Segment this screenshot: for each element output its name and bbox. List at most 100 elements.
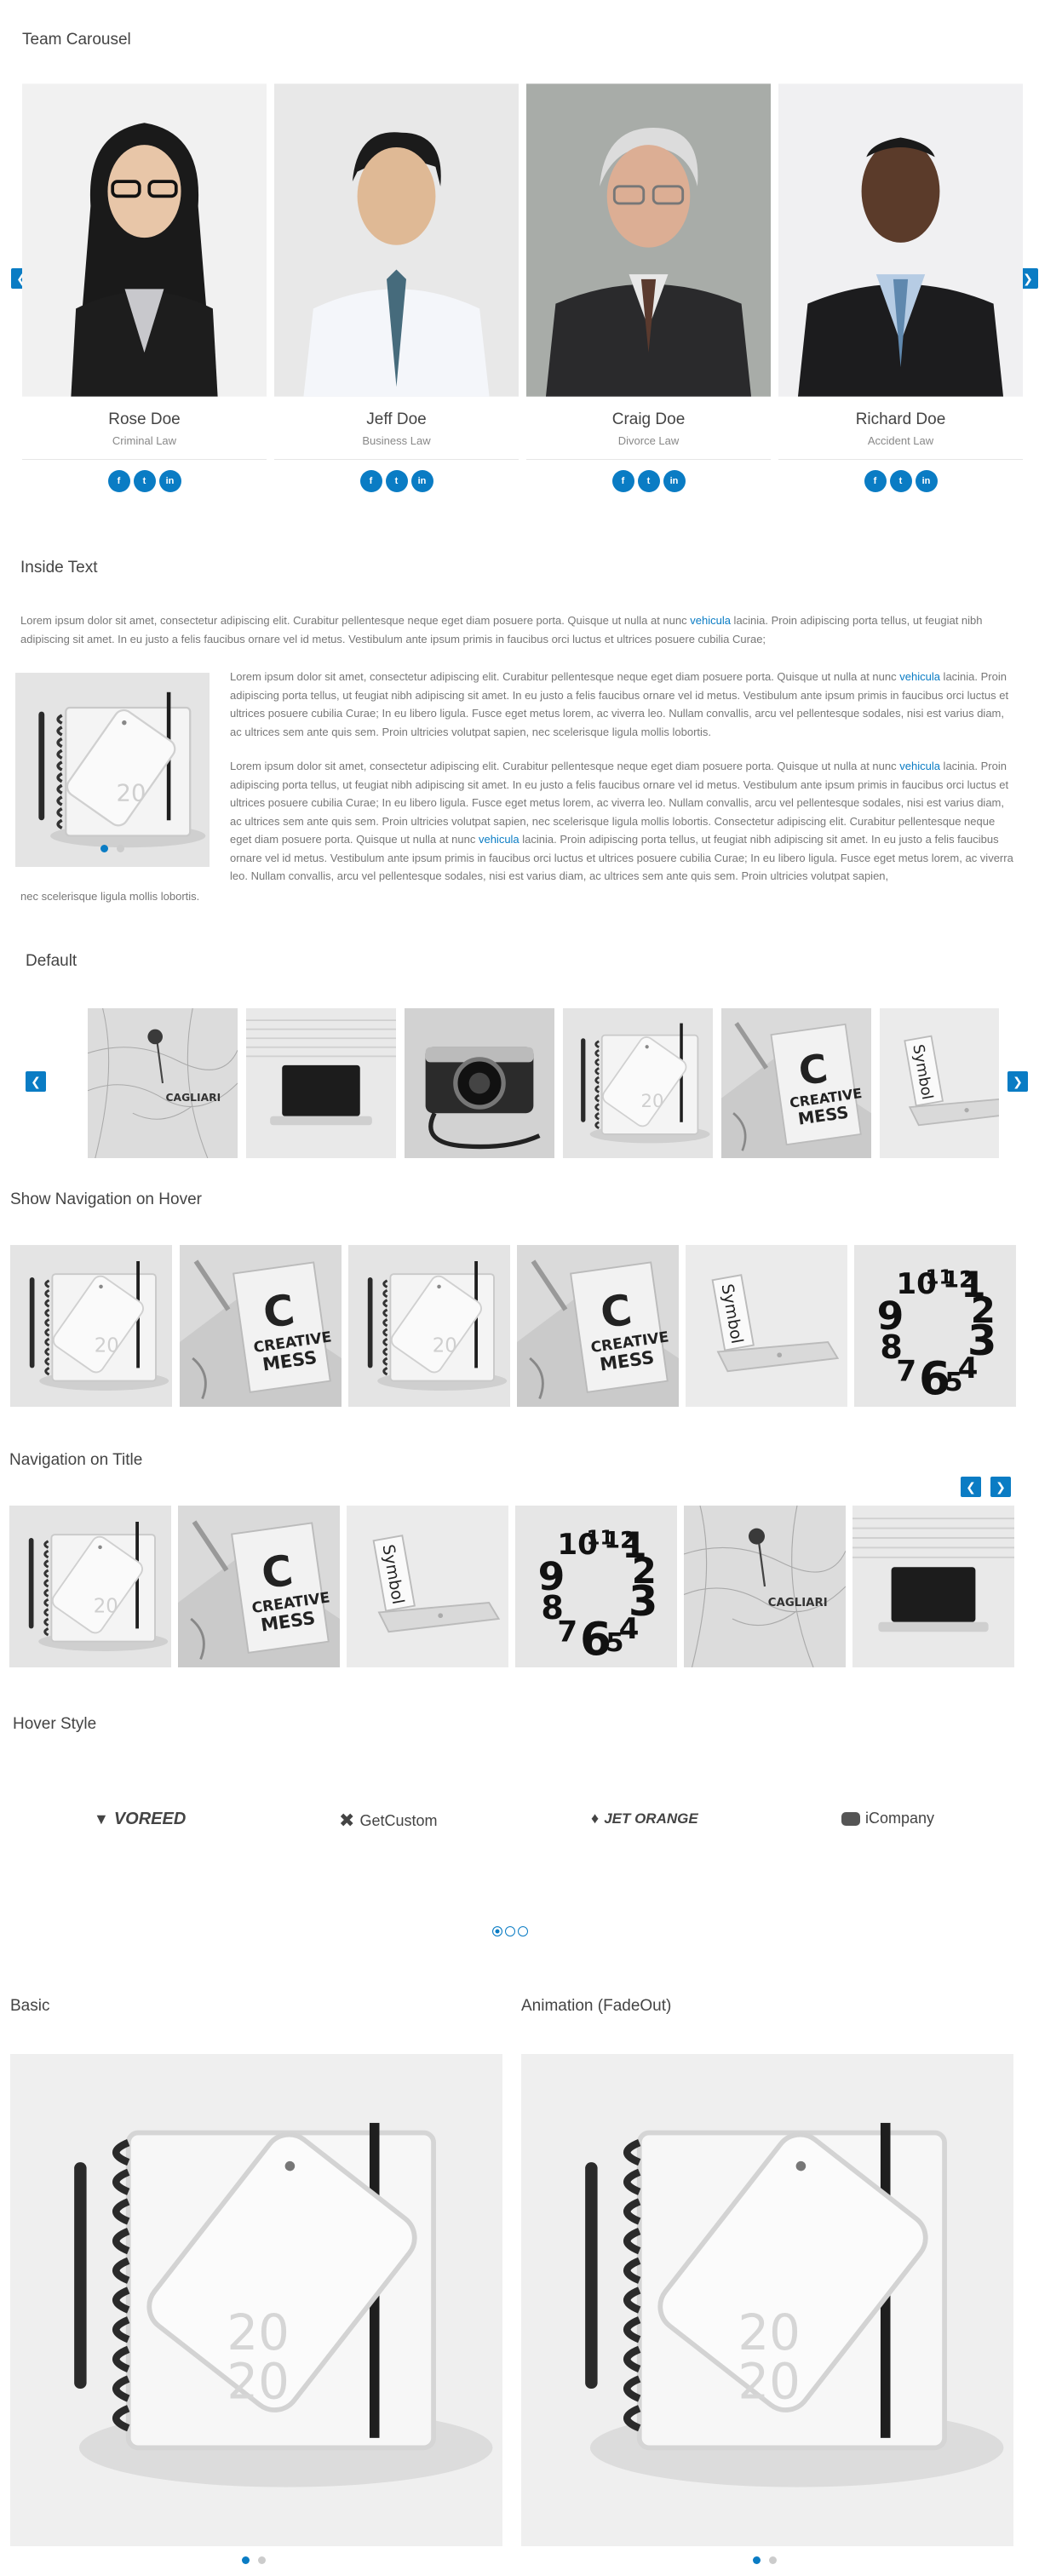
team-member-photo: [526, 83, 771, 397]
team-member-name: Craig Doe: [611, 410, 686, 428]
carousel-item[interactable]: [348, 1245, 510, 1407]
notebook-image: [10, 2054, 502, 2546]
symbol-book-image: [880, 1008, 999, 1158]
default-title: Default: [26, 952, 77, 970]
facebook-icon[interactable]: f: [611, 470, 634, 492]
facebook-icon[interactable]: f: [864, 470, 887, 492]
team-member-name: Rose Doe: [108, 410, 181, 428]
carousel-item[interactable]: [347, 1506, 508, 1667]
client-logo[interactable]: ▼ VOREED: [94, 1810, 186, 1829]
chevron-right-icon: ❯: [1013, 1074, 1023, 1088]
basic-title: Basic: [10, 1997, 50, 2015]
inside-image-carousel: [15, 673, 210, 867]
carousel-dot[interactable]: [242, 2556, 250, 2564]
carousel-item[interactable]: [10, 1245, 172, 1407]
carousel-item[interactable]: [515, 1506, 677, 1667]
linkedin-icon[interactable]: in: [915, 470, 938, 492]
team-member-role: Divorce Law: [526, 434, 771, 460]
vehicula-link[interactable]: vehicula: [479, 833, 520, 846]
symbol-book-image: [347, 1506, 508, 1667]
carousel-item[interactable]: [721, 1008, 871, 1158]
carousel-item[interactable]: [246, 1008, 396, 1158]
team-member-role: Criminal Law: [22, 434, 267, 460]
chevron-right-icon: ❯: [996, 1479, 1006, 1494]
twitter-icon[interactable]: t: [133, 470, 156, 492]
vehicula-link[interactable]: vehicula: [690, 614, 731, 627]
carousel-item[interactable]: [854, 1245, 1016, 1407]
vehicula-link[interactable]: vehicula: [899, 760, 940, 772]
carousel-dot[interactable]: [753, 2556, 761, 2564]
default-prev-button[interactable]: ❮: [26, 1071, 46, 1092]
title-nav-next-button[interactable]: ❯: [990, 1477, 1011, 1497]
chevron-right-icon: ❯: [1023, 271, 1033, 285]
carousel-item[interactable]: [686, 1245, 847, 1407]
team-card: Jeff Doe Business Law f t in: [274, 83, 519, 492]
carousel-item[interactable]: [180, 1245, 342, 1407]
carousel-dot[interactable]: [518, 1926, 528, 1936]
carousel-dot[interactable]: [505, 1926, 515, 1936]
inside-paragraph-2-tail: nec scelerisque ligula mollis lobortis.: [20, 890, 200, 903]
hover-nav-title: Show Navigation on Hover: [10, 1190, 202, 1208]
creative-mess-image: [178, 1506, 340, 1667]
client-logo[interactable]: ✖ GetCustom: [339, 1810, 437, 1832]
carousel-dot[interactable]: [100, 845, 108, 852]
team-card: Rose Doe Criminal Law f t in: [22, 83, 267, 492]
chevron-left-icon: ❮: [31, 1074, 41, 1088]
laptop-image: [246, 1008, 396, 1158]
linkedin-icon[interactable]: in: [663, 470, 686, 492]
facebook-icon[interactable]: f: [107, 470, 130, 492]
linkedin-icon[interactable]: in: [410, 470, 433, 492]
client-logo[interactable]: iCompany: [841, 1810, 934, 1827]
clock-numbers-image: [854, 1245, 1016, 1407]
title-nav-title: Navigation on Title: [9, 1451, 143, 1469]
carousel-item[interactable]: [880, 1008, 999, 1158]
hover-style-pagination: [492, 1926, 528, 1936]
camera-image: [405, 1008, 554, 1158]
carousel-item[interactable]: [178, 1506, 340, 1667]
basic-carousel: [10, 2054, 502, 2546]
carousel-dot[interactable]: [769, 2556, 777, 2564]
map-image: [88, 1008, 238, 1158]
team-member-name: Jeff Doe: [366, 410, 427, 428]
team-carousel-title: Team Carousel: [22, 31, 131, 49]
team-member-role: Business Law: [274, 434, 519, 460]
clock-numbers-image: [515, 1506, 677, 1667]
facebook-icon[interactable]: f: [359, 470, 382, 492]
notebook-image: [15, 673, 210, 867]
notebook-image: [521, 2054, 1013, 2546]
title-nav-prev-button[interactable]: ❮: [961, 1477, 981, 1497]
default-next-button[interactable]: ❯: [1007, 1071, 1028, 1092]
carousel-item[interactable]: [88, 1008, 238, 1158]
chevron-left-icon: ❮: [966, 1479, 976, 1494]
inside-paragraph-1: Lorem ipsum dolor sit amet, consectetur …: [230, 670, 1009, 738]
team-member-photo: [778, 83, 1023, 397]
client-logo[interactable]: ♦ JET ORANGE: [591, 1810, 698, 1827]
fadeout-carousel: [521, 2054, 1013, 2546]
carousel-item[interactable]: [517, 1245, 679, 1407]
carousel-item[interactable]: [684, 1506, 846, 1667]
carousel-item[interactable]: [563, 1008, 713, 1158]
basic-pagination: [242, 2556, 266, 2564]
carousel-dot[interactable]: [117, 845, 125, 852]
notebook-image: [348, 1245, 510, 1407]
inside-text-title: Inside Text: [20, 559, 98, 577]
getcustom-logo-icon: ✖: [339, 1810, 355, 1831]
twitter-icon[interactable]: t: [637, 470, 660, 492]
carousel-item[interactable]: [9, 1506, 171, 1667]
symbol-book-image: [686, 1245, 847, 1407]
linkedin-icon[interactable]: in: [158, 470, 181, 492]
jetorange-logo-icon: ♦: [591, 1810, 600, 1827]
notebook-image: [563, 1008, 713, 1158]
carousel-item[interactable]: [405, 1008, 554, 1158]
team-member-photo: [274, 83, 519, 397]
carousel-dot[interactable]: [492, 1926, 502, 1936]
team-card: Richard Doe Accident Law f t in: [778, 83, 1023, 492]
twitter-icon[interactable]: t: [385, 470, 408, 492]
carousel-dot[interactable]: [258, 2556, 266, 2564]
fadeout-pagination: [753, 2556, 777, 2564]
carousel-item[interactable]: [852, 1506, 1014, 1667]
team-member-name: Richard Doe: [855, 410, 946, 428]
twitter-icon[interactable]: t: [889, 470, 912, 492]
vehicula-link[interactable]: vehicula: [899, 670, 940, 683]
team-card: Craig Doe Divorce Law f t in: [526, 83, 771, 492]
